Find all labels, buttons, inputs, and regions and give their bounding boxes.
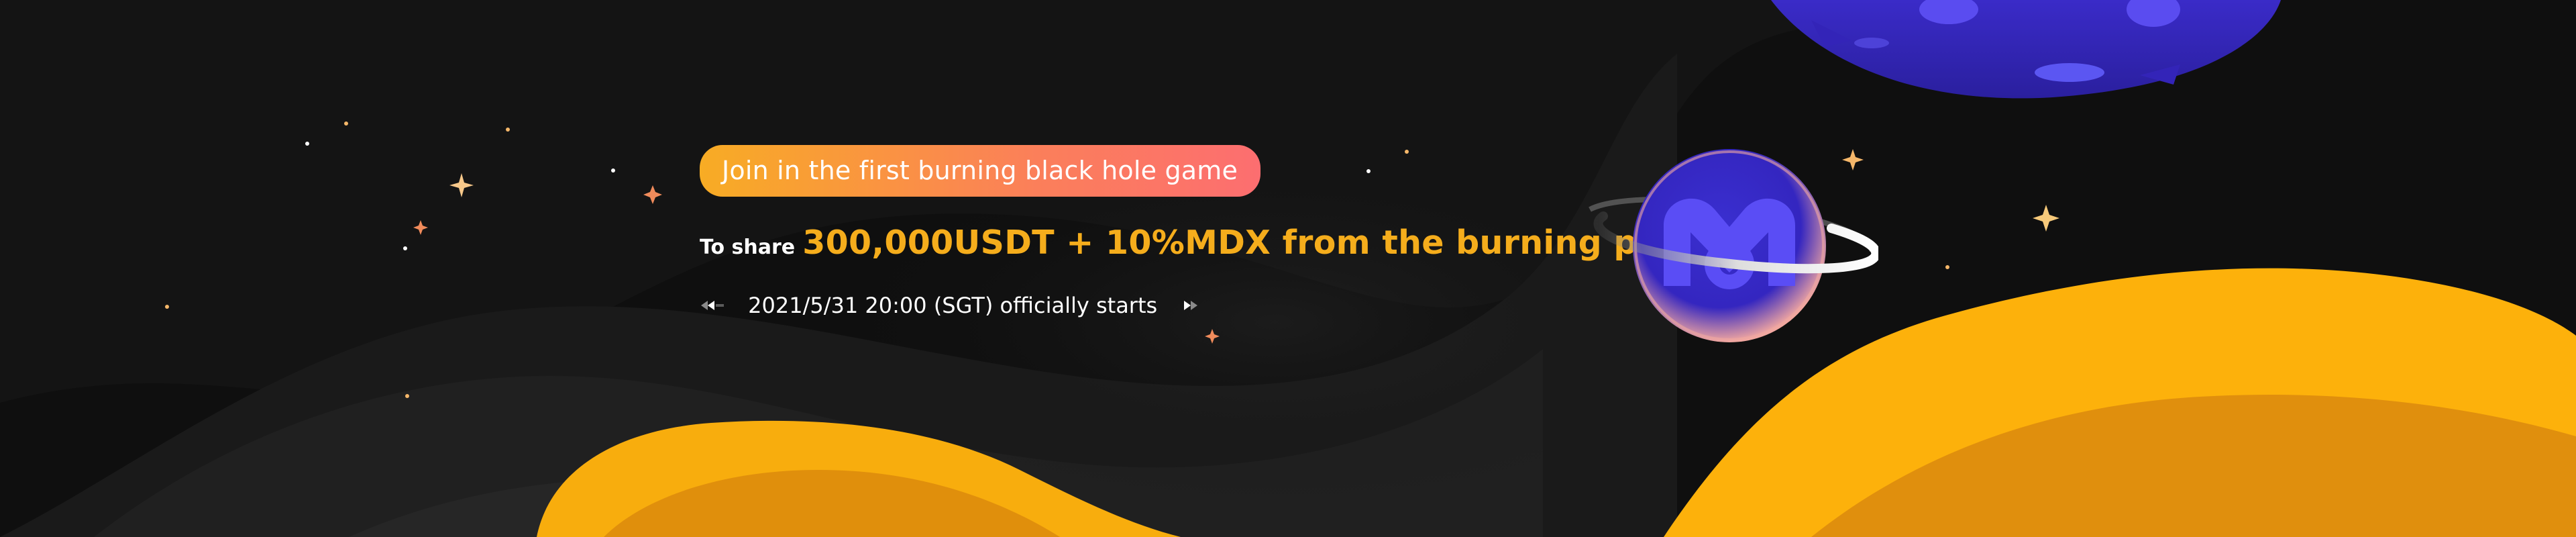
share-prefix-text: To share: [700, 236, 796, 259]
start-date-text: 2021/5/31 20:00 (SGT) officially starts: [748, 293, 1158, 318]
start-date-line: 2021/5/31 20:00 (SGT) officially starts: [700, 287, 1210, 321]
reward-headline: To share 300,000USDT + 10%MDX from the b…: [700, 224, 1695, 262]
campaign-tag-pill[interactable]: Join in the first burning black hole gam…: [700, 145, 1261, 197]
reward-amount-text: 300,000USDT + 10%MDX from the burning po…: [802, 224, 1695, 262]
banner-background: [0, 0, 2576, 537]
planet-icon: [1771, 0, 2281, 99]
mdex-logo-icon: [1589, 149, 1878, 342]
double-left-arrow-icon: [701, 301, 724, 310]
double-right-arrow-icon: [1184, 301, 1198, 310]
promo-banner[interactable]: Join in the first burning black hole gam…: [0, 0, 2576, 537]
